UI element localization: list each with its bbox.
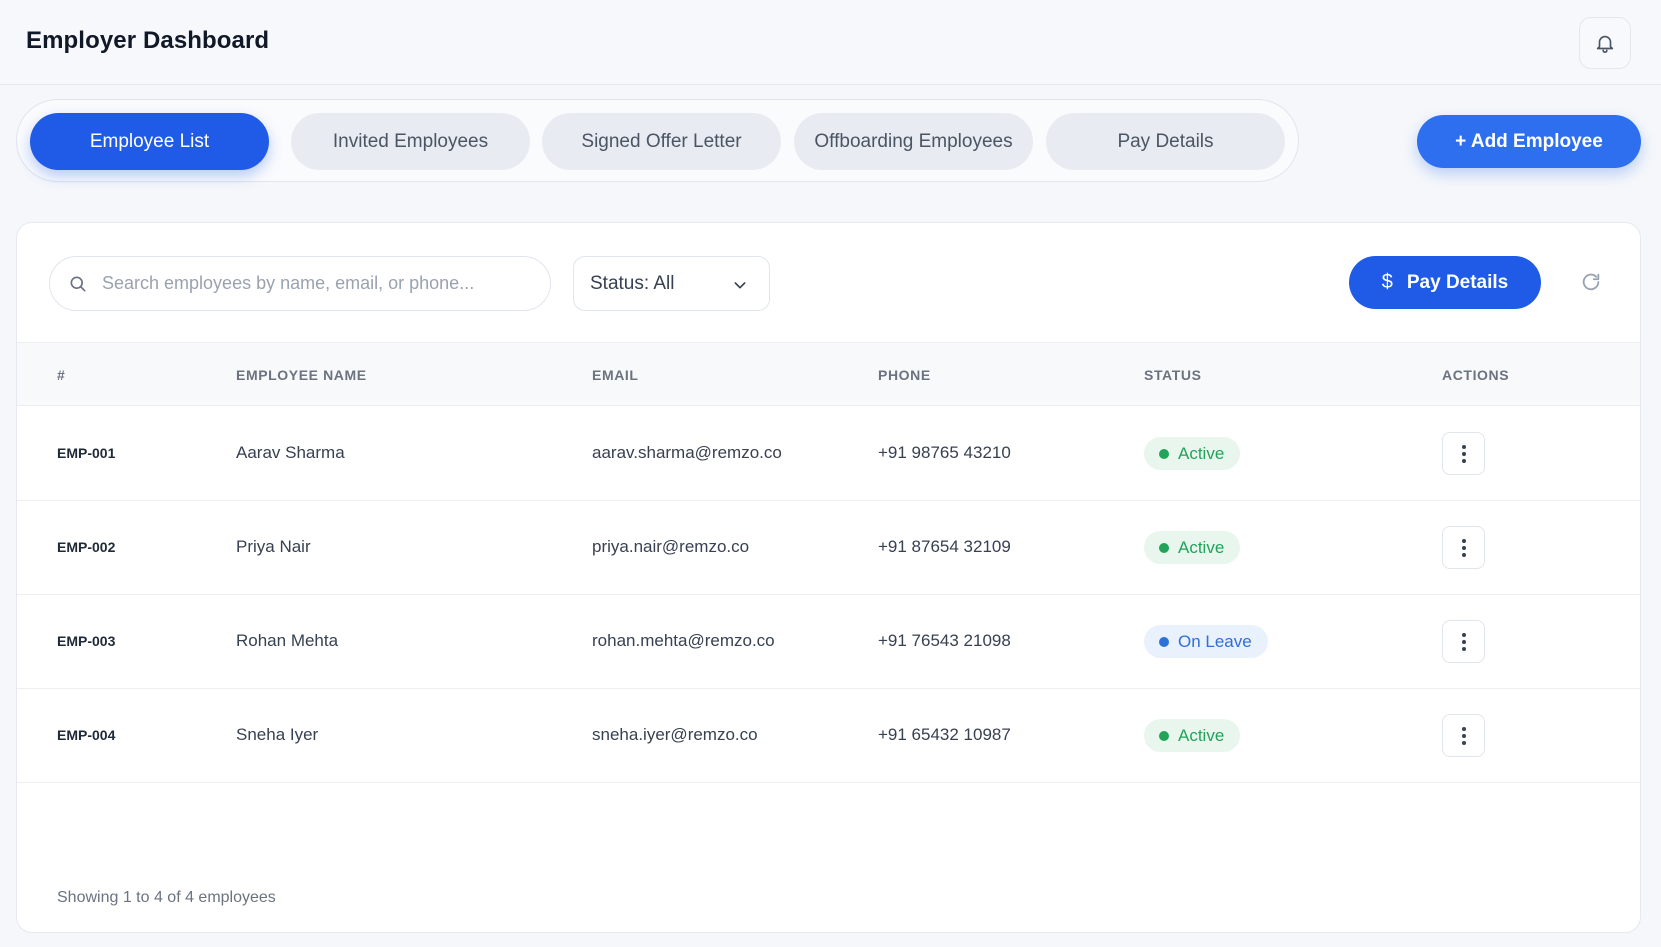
employee-name: Rohan Mehta: [236, 631, 339, 650]
status-dot: [1159, 731, 1169, 741]
employee-id: EMP-003: [57, 633, 116, 649]
tab-pay-details[interactable]: Pay Details: [1046, 113, 1285, 170]
search-box[interactable]: [49, 256, 551, 311]
pay-details-button[interactable]: $ Pay Details: [1349, 256, 1541, 309]
refresh-icon[interactable]: [1580, 271, 1602, 293]
status-dot: [1159, 637, 1169, 647]
tab-bar: Employee List Invited Employees Signed O…: [16, 99, 1299, 182]
row-actions-button[interactable]: [1442, 432, 1485, 475]
employee-id: EMP-002: [57, 539, 116, 555]
column-header-name: EMPLOYEE NAME: [236, 367, 367, 383]
search-input[interactable]: [102, 257, 542, 310]
more-vertical-icon: [1461, 538, 1466, 557]
pagination-summary: Showing 1 to 4 of 4 employees: [57, 889, 276, 906]
row-actions-button[interactable]: [1442, 714, 1485, 757]
status-label: Active: [1178, 537, 1225, 557]
employee-table-card: Status: All $ Pay Details # EMPLOYEE NAM…: [16, 222, 1641, 933]
row-actions-button[interactable]: [1442, 526, 1485, 569]
employee-phone: +91 76543 21098: [878, 631, 1011, 650]
employee-phone: +91 87654 32109: [878, 537, 1011, 556]
employee-email: priya.nair@remzo.co: [592, 537, 750, 556]
status-badge: Active: [1144, 437, 1241, 470]
bell-icon: [1596, 35, 1614, 53]
search-icon: [70, 276, 86, 292]
tab-offboarding-employees[interactable]: Offboarding Employees: [794, 113, 1033, 170]
employee-email: rohan.mehta@remzo.co: [592, 631, 775, 650]
table-row[interactable]: EMP-004 Sneha Iyer sneha.iyer@remzo.co +…: [17, 689, 1640, 783]
table-row[interactable]: EMP-003 Rohan Mehta rohan.mehta@remzo.co…: [17, 595, 1640, 689]
tab-invited-employees[interactable]: Invited Employees: [291, 113, 530, 170]
status-label: Active: [1178, 443, 1225, 463]
chevron-down-icon: [734, 282, 746, 289]
employee-email: aarav.sharma@remzo.co: [592, 443, 782, 462]
employee-phone: +91 65432 10987: [878, 725, 1011, 744]
pay-details-label: Pay Details: [1406, 271, 1509, 293]
more-vertical-icon: [1461, 632, 1466, 651]
tab-employee-list[interactable]: Employee List: [30, 113, 269, 170]
row-actions-button[interactable]: [1442, 620, 1485, 663]
status-badge: Active: [1144, 531, 1241, 564]
status-badge: On Leave: [1144, 625, 1268, 658]
status-filter-select[interactable]: Status: All: [573, 256, 770, 311]
column-header-id: #: [57, 367, 66, 383]
status-dot: [1159, 543, 1169, 553]
dollar-icon: $: [1381, 271, 1393, 293]
column-header-status: STATUS: [1144, 367, 1202, 383]
page-title: Employer Dashboard: [26, 27, 270, 54]
status-badge: Active: [1144, 719, 1241, 752]
notifications-button[interactable]: [1579, 17, 1631, 69]
top-header: Employer Dashboard: [0, 0, 1661, 85]
status-label: On Leave: [1178, 631, 1252, 651]
column-header-email: EMAIL: [592, 367, 639, 383]
employee-name: Aarav Sharma: [236, 443, 345, 462]
table-row[interactable]: EMP-002 Priya Nair priya.nair@remzo.co +…: [17, 501, 1640, 595]
employee-name: Priya Nair: [236, 537, 311, 556]
employee-id: EMP-004: [57, 727, 116, 743]
table-row[interactable]: EMP-001 Aarav Sharma aarav.sharma@remzo.…: [17, 407, 1640, 501]
status-label: Active: [1178, 725, 1225, 745]
employee-email: sneha.iyer@remzo.co: [592, 725, 758, 744]
column-header-actions: ACTIONS: [1442, 367, 1510, 383]
status-filter-value: Status: All: [590, 273, 675, 294]
add-employee-button[interactable]: + Add Employee: [1417, 115, 1641, 168]
employee-phone: +91 98765 43210: [878, 443, 1011, 462]
tab-signed-offer-letter[interactable]: Signed Offer Letter: [542, 113, 781, 170]
column-header-phone: PHONE: [878, 367, 931, 383]
table-header: # EMPLOYEE NAME EMAIL PHONE STATUS ACTIO…: [17, 342, 1640, 406]
more-vertical-icon: [1461, 726, 1466, 745]
employee-name: Sneha Iyer: [236, 725, 319, 744]
employee-id: EMP-001: [57, 445, 116, 461]
status-dot: [1159, 449, 1169, 459]
more-vertical-icon: [1461, 444, 1466, 463]
